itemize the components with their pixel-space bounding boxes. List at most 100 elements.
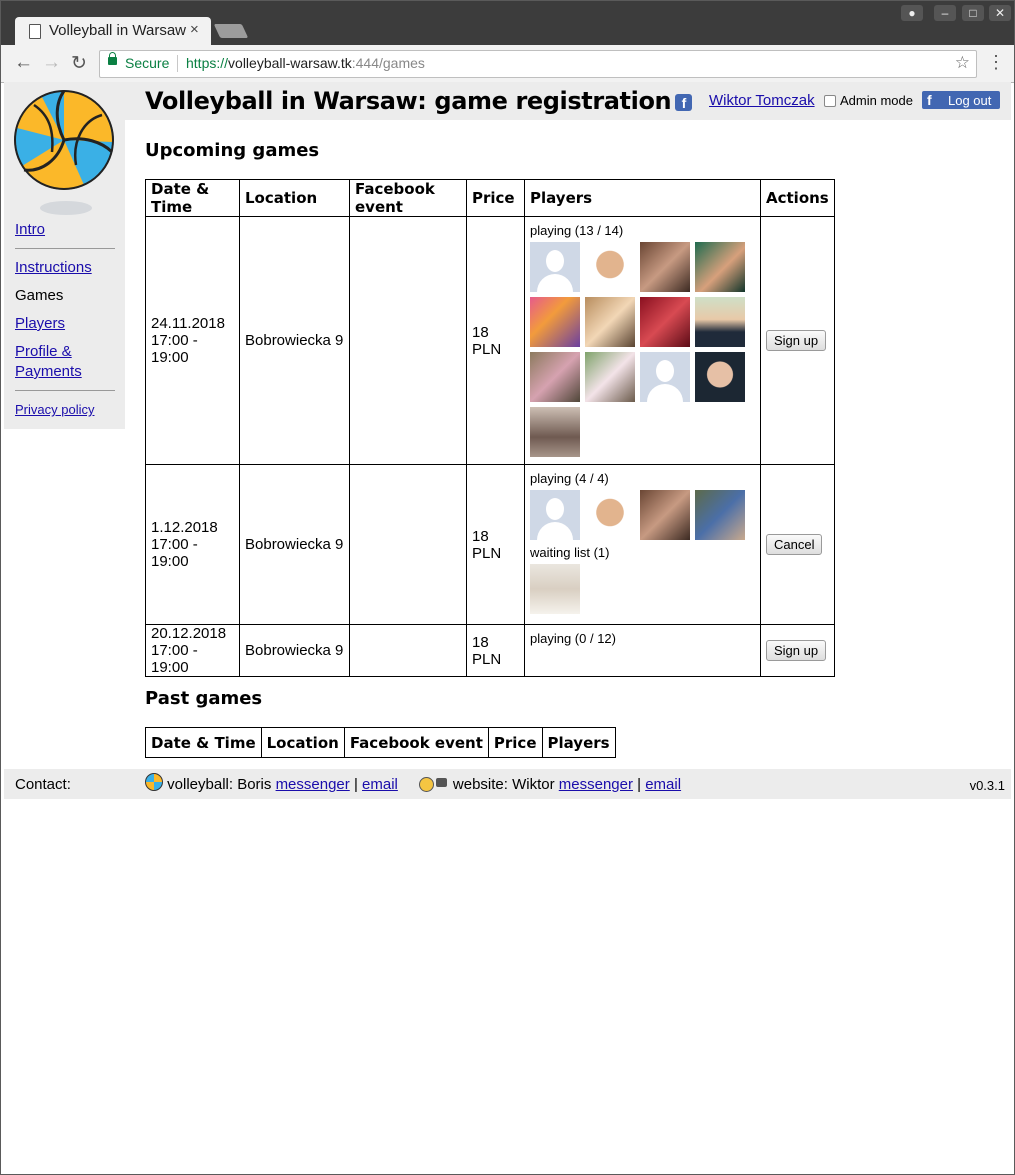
- back-icon[interactable]: ←: [14, 52, 33, 74]
- avatar[interactable]: [530, 297, 580, 347]
- website-contact-label: website: Wiktor: [452, 776, 555, 793]
- sign-up-button[interactable]: Sign up: [766, 640, 827, 661]
- lock-icon: [108, 52, 117, 65]
- messenger-link[interactable]: messenger: [276, 776, 350, 793]
- sidebar-item-players[interactable]: Players: [15, 314, 115, 334]
- admin-mode-toggle[interactable]: Admin mode: [824, 93, 913, 108]
- divider: [15, 390, 115, 391]
- waiting-avatars: [530, 564, 755, 614]
- email-link[interactable]: email: [645, 776, 681, 793]
- new-tab-button[interactable]: [213, 24, 249, 38]
- browser-chrome: Volleyball in Warsaw × ● – □ ✕ ← → ↻ Sec…: [0, 0, 1015, 83]
- avatar[interactable]: [585, 297, 635, 347]
- location-cell: Bobrowiecka 9: [239, 624, 350, 677]
- sidebar-item-instructions[interactable]: Instructions: [15, 258, 115, 278]
- price-cell: 18 PLN: [466, 216, 525, 465]
- sign-up-button[interactable]: Sign up: [766, 330, 827, 351]
- table-row: 20.12.2018 17:00 - 19:00 Bobrowiecka 9 18…: [145, 624, 835, 677]
- footer: Contact: volleyball: Boris messenger | e…: [4, 769, 1011, 799]
- page-title-text: Volleyball in Warsaw: game registration: [145, 87, 672, 115]
- volleyball-icon: [145, 773, 163, 791]
- game-date: 20.12.2018: [151, 625, 227, 642]
- avatar[interactable]: [530, 490, 580, 540]
- sidebar-item-privacy-policy[interactable]: Privacy policy: [15, 400, 115, 420]
- table-header-row: Date & Time Location Facebook event Pric…: [145, 727, 616, 758]
- column-header: Price: [487, 727, 543, 758]
- table-header-row: Date & Time Location Facebook event Pric…: [145, 179, 835, 217]
- avatar[interactable]: [530, 242, 580, 292]
- avatar[interactable]: [585, 490, 635, 540]
- avatar[interactable]: [640, 297, 690, 347]
- browser-toolbar: ← → ↻ Secure https://volleyball-warsaw.t…: [1, 45, 1014, 83]
- price-cell: 18 PLN: [466, 464, 525, 625]
- location-cell: Bobrowiecka 9: [239, 464, 350, 625]
- date-time-cell: 1.12.2018 17:00 - 19:00: [145, 464, 240, 625]
- browser-tab[interactable]: Volleyball in Warsaw ×: [15, 17, 211, 47]
- avatar[interactable]: [695, 297, 745, 347]
- maximize-icon[interactable]: □: [962, 5, 984, 21]
- profile-icon[interactable]: ●: [901, 5, 923, 21]
- price-cell: 18 PLN: [466, 624, 525, 677]
- volleyball-logo: [14, 90, 114, 215]
- website-icon: [418, 775, 449, 792]
- avatar[interactable]: [695, 490, 745, 540]
- players-cell: playing (13 / 14): [524, 216, 761, 465]
- facebook-event-cell: [349, 216, 467, 465]
- email-link[interactable]: email: [362, 776, 398, 793]
- avatar[interactable]: [640, 352, 690, 402]
- sidebar-item-profile-payments[interactable]: Profile & Payments: [15, 342, 115, 382]
- avatar[interactable]: [640, 242, 690, 292]
- waiting-list-count: waiting list (1): [530, 545, 610, 560]
- date-time-cell: 24.11.2018 17:00 - 19:00: [145, 216, 240, 465]
- volleyball-contact-label: volleyball: Boris: [167, 776, 272, 793]
- avatar[interactable]: [695, 242, 745, 292]
- game-time: 17:00 - 19:00: [151, 332, 198, 366]
- url-text[interactable]: https://volleyball-warsaw.tk:444/games: [186, 55, 425, 71]
- admin-mode-label: Admin mode: [840, 93, 913, 108]
- admin-mode-checkbox[interactable]: [824, 95, 836, 107]
- avatar[interactable]: [585, 352, 635, 402]
- minimize-icon[interactable]: –: [934, 5, 956, 21]
- tab-close-icon[interactable]: ×: [190, 21, 199, 38]
- table-row: 1.12.2018 17:00 - 19:00 Bobrowiecka 9 18 …: [145, 464, 835, 625]
- players-cell: playing (0 / 12): [524, 624, 761, 677]
- column-header: Players: [541, 727, 616, 758]
- messenger-link[interactable]: messenger: [559, 776, 633, 793]
- page-title: Volleyball in Warsaw: game registration f: [145, 87, 693, 115]
- playing-count: playing (0 / 12): [530, 631, 616, 646]
- avatar[interactable]: [530, 352, 580, 402]
- page-icon: [29, 24, 41, 39]
- past-games-heading: Past games: [145, 688, 263, 709]
- facebook-icon[interactable]: f: [675, 93, 693, 111]
- close-window-icon[interactable]: ✕: [989, 5, 1011, 21]
- forward-icon[interactable]: →: [42, 52, 61, 74]
- user-name-link[interactable]: Wiktor Tomczak: [709, 92, 815, 109]
- bookmark-star-icon[interactable]: ☆: [955, 53, 970, 73]
- player-avatars: [530, 242, 755, 457]
- upcoming-games-table: Date & Time Location Facebook event Pric…: [145, 179, 835, 677]
- upcoming-games-heading: Upcoming games: [145, 140, 320, 161]
- actions-cell: Sign up: [760, 624, 835, 677]
- contact-line: volleyball: Boris messenger | email webs…: [145, 773, 681, 793]
- column-header: Facebook event: [349, 179, 467, 217]
- column-header: Players: [524, 179, 761, 217]
- url-host: volleyball-warsaw.tk: [228, 55, 352, 71]
- logout-button[interactable]: f Log out: [922, 91, 1000, 109]
- secure-label: Secure: [125, 55, 170, 71]
- table-row: 24.11.2018 17:00 - 19:00 Bobrowiecka 9 18…: [145, 216, 835, 465]
- facebook-event-cell: [349, 624, 467, 677]
- column-header: Date & Time: [145, 727, 262, 758]
- actions-cell: Sign up: [760, 216, 835, 465]
- reload-icon[interactable]: ↻: [71, 52, 87, 75]
- avatar[interactable]: [585, 242, 635, 292]
- game-time: 17:00 - 19:00: [151, 536, 198, 570]
- avatar[interactable]: [530, 564, 580, 614]
- sidebar-item-intro[interactable]: Intro: [15, 220, 115, 240]
- avatar[interactable]: [695, 352, 745, 402]
- avatar[interactable]: [640, 490, 690, 540]
- separator: [177, 55, 178, 72]
- cancel-button[interactable]: Cancel: [766, 534, 823, 555]
- address-bar[interactable]: Secure https://volleyball-warsaw.tk:444/…: [99, 50, 977, 78]
- avatar[interactable]: [530, 407, 580, 457]
- browser-menu-icon[interactable]: ⋮: [987, 53, 1005, 71]
